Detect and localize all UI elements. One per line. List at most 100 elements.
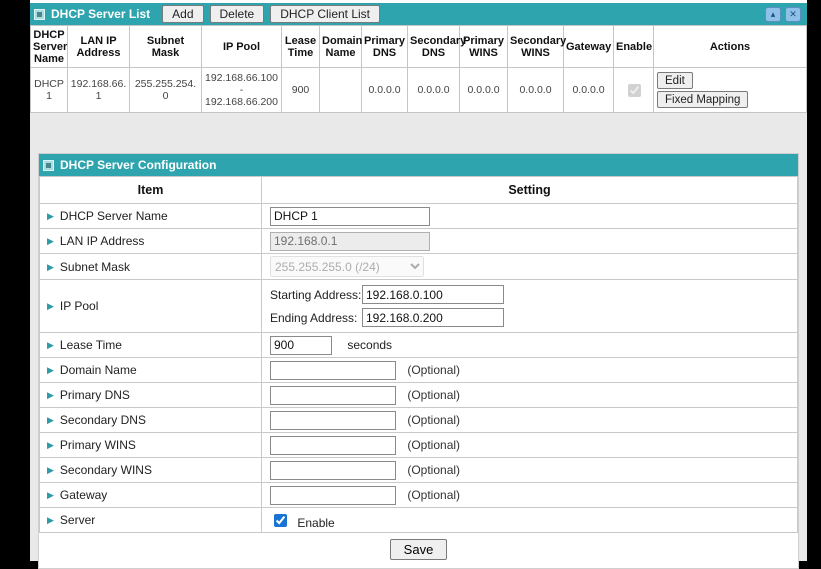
row-subnet-mask: ▶ Subnet Mask 255.255.255.0 (/24) [40,254,798,280]
cell-secondary-wins: 0.0.0.0 [508,68,564,113]
bullet-arrow-icon: ▶ [47,236,54,246]
panel-window-icon [43,160,54,171]
lease-time-input[interactable] [270,336,332,355]
item-label: Subnet Mask [60,260,130,274]
item-label: Primary DNS [60,388,130,402]
bullet-arrow-icon: ▶ [47,340,54,350]
panel-window-icon [34,9,45,20]
item-label: Secondary WINS [60,463,152,477]
column-lan-ip-address: LAN IP Address [68,26,130,68]
ending-address-label: Ending Address: [270,311,362,325]
row-server: ▶ Server Enable [40,508,798,533]
starting-address-label: Starting Address: [270,288,362,302]
item-label: IP Pool [60,299,98,313]
cell-gateway: 0.0.0.0 [564,68,614,113]
delete-button[interactable]: Delete [210,5,265,23]
optional-note: (Optional) [407,413,460,427]
dhcp-server-configuration-header: DHCP Server Configuration [39,154,798,176]
cell-primary-dns: 0.0.0.0 [362,68,408,113]
cell-actions: Edit Fixed Mapping [654,68,807,113]
row-gateway: ▶Gateway (Optional) [40,483,798,508]
secondary-wins-input[interactable] [270,461,396,480]
column-gateway: Gateway [564,26,614,68]
column-dhcp-server-name: DHCP Server Name [31,26,68,68]
collapse-button[interactable]: ▴ [765,7,781,22]
cell-subnet-mask: 255.255.254.0 [130,68,202,113]
ending-address-line: Ending Address: [270,306,793,329]
domain-name-input[interactable] [270,361,396,380]
dhcp-server-list-panel: DHCP Server List Add Delete DHCP Client … [30,0,807,113]
panel-window-controls: ▴ ✕ [765,7,801,22]
bullet-arrow-icon: ▶ [47,515,54,525]
bullet-arrow-icon: ▶ [47,301,54,311]
column-primary-wins: Primary WINS [460,26,508,68]
primary-dns-input[interactable] [270,386,396,405]
dhcp-server-list-header: DHCP Server List Add Delete DHCP Client … [30,3,807,25]
cell-dhcp-server-name: DHCP 1 [31,68,68,113]
fixed-mapping-button[interactable]: Fixed Mapping [657,91,748,108]
dhcp-client-list-button[interactable]: DHCP Client List [270,5,380,23]
item-label: Primary WINS [60,438,136,452]
column-actions: Actions [654,26,807,68]
edit-button[interactable]: Edit [657,72,693,89]
bullet-arrow-icon: ▶ [47,262,54,272]
cell-enable [614,68,654,113]
optional-note: (Optional) [407,488,460,502]
item-label: Secondary DNS [60,413,146,427]
close-icon: ✕ [789,9,797,20]
row-secondary-dns: ▶ Secondary DNS (Optional) [40,408,798,433]
dhcp-server-configuration-table: Item Setting ▶ DHCP Server Name ▶LAN IP A… [39,176,798,533]
collapse-icon: ▴ [771,9,776,20]
row-primary-wins: ▶Primary WINS (Optional) [40,433,798,458]
optional-note: (Optional) [407,388,460,402]
config-table-header-row: Item Setting [40,177,798,204]
gateway-input[interactable] [270,486,396,505]
table-row: DHCP 1 192.168.66.1 255.255.254.0 192.16… [31,68,807,113]
row-domain-name: ▶Domain Name (Optional) [40,358,798,383]
cell-primary-wins: 0.0.0.0 [460,68,508,113]
lease-time-unit: seconds [347,338,392,352]
primary-wins-input[interactable] [270,436,396,455]
column-lease-time: Lease Time [282,26,320,68]
close-button[interactable]: ✕ [785,7,801,22]
server-enable-label: Enable [297,516,334,530]
dhcp-server-name-input[interactable] [270,207,430,226]
cell-lease-time: 900 [282,68,320,113]
row-ip-pool: ▶ IP Pool Starting Address: Ending Addres… [40,280,798,333]
column-secondary-dns: Secondary DNS [408,26,460,68]
dhcp-server-list-table: DHCP Server Name LAN IP Address Subnet M… [30,25,807,113]
row-enable-checkbox [628,84,641,97]
dhcp-server-list-title: DHCP Server List [51,7,150,21]
row-primary-dns: ▶ Primary DNS (Optional) [40,383,798,408]
server-enable-checkbox[interactable] [274,514,287,527]
bullet-arrow-icon: ▶ [47,390,54,400]
subnet-mask-select: 255.255.255.0 (/24) [270,256,424,277]
column-domain-name: Domain Name [320,26,362,68]
column-primary-dns: Primary DNS [362,26,408,68]
item-label: Server [60,513,95,527]
column-subnet-mask: Subnet Mask [130,26,202,68]
row-lan-ip-address: ▶LAN IP Address [40,229,798,254]
bullet-arrow-icon: ▶ [47,415,54,425]
save-row: Save [39,533,798,568]
optional-note: (Optional) [407,463,460,477]
optional-note: (Optional) [407,363,460,377]
ending-address-input[interactable] [362,308,504,327]
secondary-dns-input[interactable] [270,411,396,430]
lan-ip-address-input [270,232,430,251]
save-button[interactable]: Save [390,539,448,560]
bullet-arrow-icon: ▶ [47,440,54,450]
row-lease-time: ▶ Lease Time seconds [40,333,798,358]
add-button[interactable]: Add [162,5,203,23]
item-label: DHCP Server Name [60,209,168,223]
dhcp-server-configuration-title: DHCP Server Configuration [60,158,216,172]
page-content: DHCP Server List Add Delete DHCP Client … [30,0,807,561]
starting-address-input[interactable] [362,285,504,304]
cell-ip-pool: 192.168.66.100- 192.168.66.200 [202,68,282,113]
column-secondary-wins: Secondary WINS [508,26,564,68]
row-dhcp-server-name: ▶ DHCP Server Name [40,204,798,229]
bullet-arrow-icon: ▶ [47,490,54,500]
list-table-header-row: DHCP Server Name LAN IP Address Subnet M… [31,26,807,68]
item-label: Lease Time [60,338,122,352]
bullet-arrow-icon: ▶ [47,211,54,221]
